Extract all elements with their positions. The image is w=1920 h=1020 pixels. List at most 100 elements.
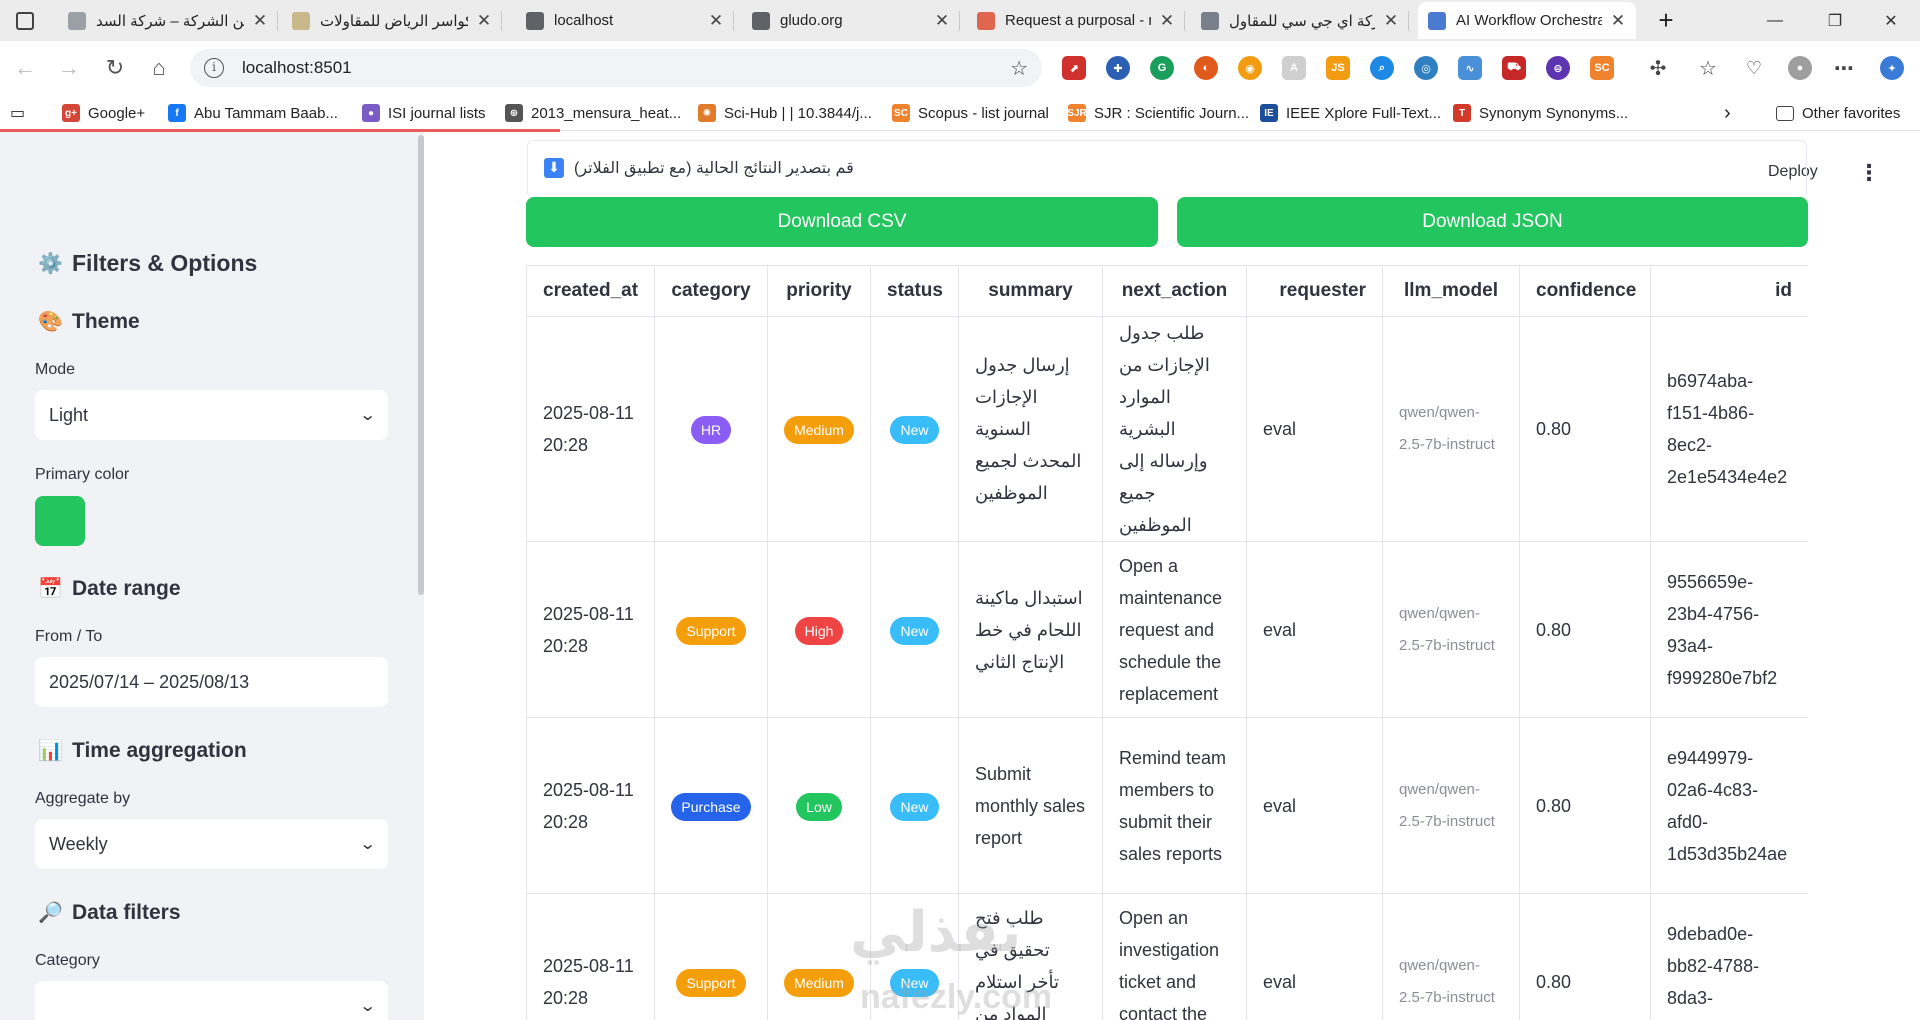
status-cell[interactable]: New bbox=[870, 541, 959, 718]
tab-close-icon[interactable]: ✕ bbox=[252, 11, 268, 31]
extension-icon[interactable]: ◉ bbox=[1238, 56, 1262, 80]
tab-close-icon[interactable]: ✕ bbox=[1383, 11, 1399, 31]
js-extension-icon[interactable]: JS bbox=[1326, 56, 1350, 80]
favorite-star-icon[interactable]: ☆ bbox=[1010, 56, 1028, 81]
back-button[interactable]: ← bbox=[8, 51, 42, 85]
location-extension-icon[interactable]: ◎ bbox=[1414, 56, 1438, 80]
id-cell[interactable]: 9556659e-23b4-4756-93a4-f999280e7bf2 bbox=[1650, 541, 1808, 718]
id-cell[interactable]: e9449979-02a6-4c83-afd0-1d53d35b24ae bbox=[1650, 717, 1808, 894]
site-info-icon[interactable]: i bbox=[204, 58, 224, 78]
other-favorites-button[interactable]: Other favorites bbox=[1776, 95, 1900, 131]
reading-list-button[interactable]: ▭ bbox=[10, 95, 25, 131]
next-action-cell[interactable]: Open a maintenance request and schedule … bbox=[1102, 541, 1247, 718]
created-at-cell[interactable]: 2025-08-11 20:28 bbox=[526, 316, 655, 542]
bookmark-item[interactable]: ⊕ 2013_mensura_heat... bbox=[505, 95, 681, 131]
category-cell[interactable]: HR bbox=[654, 316, 768, 542]
download-csv-button[interactable]: Download CSV bbox=[526, 197, 1158, 247]
bookmark-item[interactable]: ● ISI journal lists bbox=[362, 95, 486, 131]
next-action-cell[interactable]: Open an investigation ticket and contact… bbox=[1102, 893, 1247, 1020]
extension-icon[interactable]: ✚ bbox=[1106, 56, 1130, 80]
cart-extension-icon[interactable]: ⛟ bbox=[1502, 56, 1526, 80]
category-cell[interactable]: Support bbox=[654, 893, 768, 1020]
chart-extension-icon[interactable]: ∿ bbox=[1458, 56, 1482, 80]
created-at-cell[interactable]: 2025-08-11 20:28 bbox=[526, 541, 655, 718]
confidence-cell[interactable]: 0.80 bbox=[1519, 893, 1651, 1020]
status-cell[interactable]: New bbox=[870, 893, 959, 1020]
browser-tab[interactable]: كواسر الرياض للمقاولات ✕ bbox=[282, 2, 502, 39]
created-at-cell[interactable]: 2025-08-11 20:28 bbox=[526, 717, 655, 894]
bookmark-item[interactable]: SJR SJR : Scientific Journ... bbox=[1067, 95, 1249, 131]
next-action-cell[interactable]: طلب جدول الإجازات من الموارد البشرية وإر… bbox=[1102, 316, 1247, 542]
bookmark-item[interactable]: T Synonym Synonyms... bbox=[1453, 95, 1628, 131]
extension-icon[interactable]: ◐ bbox=[1194, 56, 1218, 80]
status-cell[interactable]: New bbox=[870, 717, 959, 894]
browser-tab[interactable]: localhost ✕ bbox=[516, 2, 734, 39]
category-cell[interactable]: Support bbox=[654, 541, 768, 718]
browser-tab[interactable]: gludo.org ✕ bbox=[742, 2, 960, 39]
browser-tab[interactable]: AI Workflow Orchestra ✕ bbox=[1418, 2, 1636, 39]
category-cell[interactable]: Purchase bbox=[654, 717, 768, 894]
profile-avatar-icon[interactable]: ● bbox=[1788, 56, 1812, 80]
mode-select[interactable]: Light ⌄ bbox=[35, 390, 388, 440]
new-tab-button[interactable]: + bbox=[1644, 2, 1688, 39]
bookmark-item[interactable]: f Abu Tammam Baab... bbox=[168, 95, 338, 131]
id-cell[interactable]: 9debad0e-bb82-4788-8da3-4694c8241615 bbox=[1650, 893, 1808, 1020]
priority-cell[interactable]: High bbox=[767, 541, 871, 718]
requester-cell[interactable]: eval bbox=[1246, 893, 1383, 1020]
tab-close-icon[interactable]: ✕ bbox=[1610, 11, 1626, 31]
llm-model-cell[interactable]: qwen/qwen-2.5-7b-instruct bbox=[1382, 717, 1520, 894]
more-menu-icon[interactable]: ⋯ bbox=[1832, 56, 1856, 80]
url-field[interactable]: i localhost:8501 ☆ bbox=[190, 49, 1042, 87]
browser-tab[interactable]: شركة اي جي سي للمقاول ✕ bbox=[1191, 2, 1409, 39]
bookmark-item[interactable]: ✺ Sci-Hub | | 10.3844/j... bbox=[698, 95, 872, 131]
bookmark-item[interactable]: IE IEEE Xplore Full-Text... bbox=[1260, 95, 1441, 131]
created-at-cell[interactable]: 2025-08-11 20:28 bbox=[526, 893, 655, 1020]
requester-cell[interactable]: eval bbox=[1246, 316, 1383, 542]
column-header-llm-model[interactable]: llm_model bbox=[1382, 265, 1520, 317]
summary-cell[interactable]: Submit monthly sales report bbox=[958, 717, 1103, 894]
id-cell[interactable]: b6974aba-f151-4b86-8ec2-2e1e5434e4e2 bbox=[1650, 316, 1808, 542]
copilot-icon[interactable]: ✦ bbox=[1880, 56, 1904, 80]
bookmarks-more-button[interactable]: › bbox=[1724, 95, 1731, 131]
grammar-extension-icon[interactable]: G bbox=[1150, 56, 1174, 80]
requester-cell[interactable]: eval bbox=[1246, 541, 1383, 718]
bookmark-item[interactable]: SC Scopus - list journal bbox=[892, 95, 1049, 131]
browser-tab[interactable]: Request a purposal - n ✕ bbox=[967, 2, 1185, 39]
minimize-button[interactable]: — bbox=[1750, 0, 1800, 41]
table-row[interactable]: 2025-08-11 20:28 Support High New استبدال ما… bbox=[526, 541, 1808, 718]
column-header-summary[interactable]: summary bbox=[958, 265, 1103, 317]
maximize-button[interactable]: ❐ bbox=[1810, 0, 1860, 41]
priority-cell[interactable]: Low bbox=[767, 717, 871, 894]
llm-model-cell[interactable]: qwen/qwen-2.5-7b-instruct bbox=[1382, 893, 1520, 1020]
bookmark-item[interactable]: g+ Google+ bbox=[62, 95, 145, 131]
main-menu-button[interactable]: ⋮ bbox=[1858, 160, 1880, 186]
browser-tab[interactable]: عن الشركة – شركة السد ✕ bbox=[58, 2, 278, 39]
table-row[interactable]: 2025-08-11 20:28 Support Medium New طلب فتح … bbox=[526, 893, 1808, 1020]
download-json-button[interactable]: Download JSON bbox=[1177, 197, 1808, 247]
favorites-icon[interactable]: ☆ bbox=[1696, 56, 1720, 80]
llm-model-cell[interactable]: qwen/qwen-2.5-7b-instruct bbox=[1382, 316, 1520, 542]
health-icon[interactable]: ♡ bbox=[1742, 56, 1766, 80]
column-header-next-action[interactable]: next_action bbox=[1102, 265, 1247, 317]
forward-button[interactable]: → bbox=[52, 51, 86, 85]
confidence-cell[interactable]: 0.80 bbox=[1519, 541, 1651, 718]
confidence-cell[interactable]: 0.80 bbox=[1519, 316, 1651, 542]
extension-icon[interactable]: A bbox=[1282, 56, 1306, 80]
priority-cell[interactable]: Medium bbox=[767, 893, 871, 1020]
status-cell[interactable]: New bbox=[870, 316, 959, 542]
tab-close-icon[interactable]: ✕ bbox=[934, 11, 950, 31]
category-select[interactable]: ⌄ bbox=[35, 981, 388, 1020]
scopus-extension-icon[interactable]: SC bbox=[1590, 56, 1614, 80]
primary-color-picker[interactable] bbox=[35, 496, 85, 546]
table-row[interactable]: 2025-08-11 20:28 HR Medium New إرسال جدول ال… bbox=[526, 316, 1808, 542]
tab-actions-button[interactable] bbox=[6, 2, 50, 39]
confidence-cell[interactable]: 0.80 bbox=[1519, 717, 1651, 894]
column-header-category[interactable]: category bbox=[654, 265, 768, 317]
requester-cell[interactable]: eval bbox=[1246, 717, 1383, 894]
summary-cell[interactable]: استبدال ماكينة اللحام في خط الإنتاج الثا… bbox=[958, 541, 1103, 718]
reload-button[interactable]: ↻ bbox=[98, 51, 132, 85]
tab-close-icon[interactable]: ✕ bbox=[1159, 11, 1175, 31]
extensions-puzzle-icon[interactable]: ✣ bbox=[1646, 56, 1670, 80]
column-header-confidence[interactable]: confidence bbox=[1519, 265, 1651, 317]
column-header-requester[interactable]: requester bbox=[1246, 265, 1383, 317]
